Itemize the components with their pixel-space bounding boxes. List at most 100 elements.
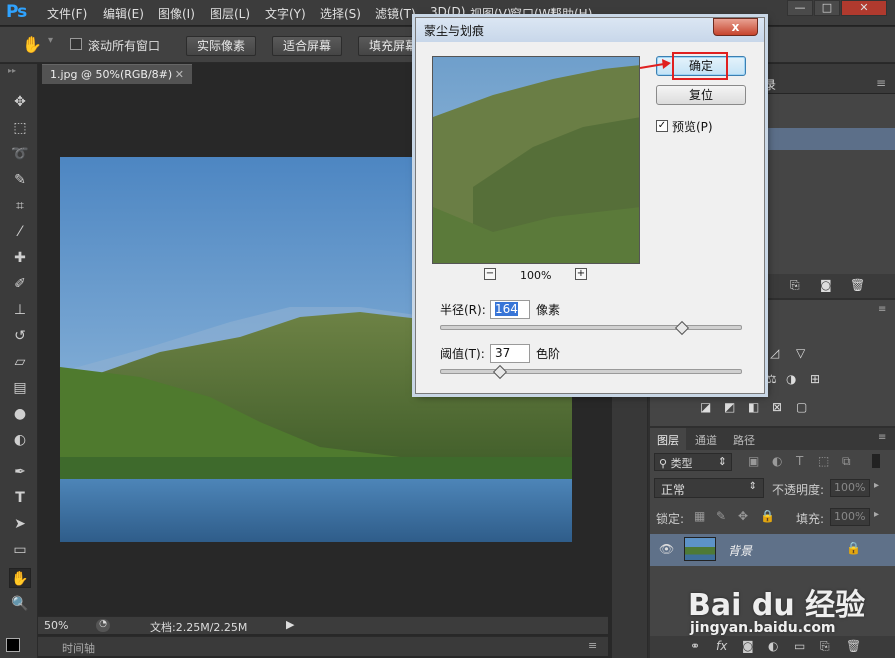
- menu-type[interactable]: 文字(Y): [265, 5, 306, 22]
- threshold-input[interactable]: 37: [490, 344, 530, 363]
- link-layers-icon[interactable]: ⚭: [690, 639, 700, 653]
- adjustments-menu-icon[interactable]: ≡: [878, 304, 886, 315]
- tab-channels[interactable]: 通道: [695, 432, 717, 448]
- new-group-icon[interactable]: ▭: [794, 639, 805, 653]
- healing-tool-icon[interactable]: ✚: [9, 248, 31, 268]
- document-tab[interactable]: 1.jpg @ 50%(RGB/8#) ✕: [42, 64, 192, 84]
- delete-layer-icon[interactable]: 🗑: [846, 639, 861, 653]
- history-brush-tool-icon[interactable]: ↺: [9, 326, 31, 346]
- balance-adjust-icon[interactable]: ⚖: [766, 372, 777, 386]
- eyedropper-tool-icon[interactable]: ⁄: [9, 222, 31, 242]
- hand-tool-button-icon[interactable]: ✋: [9, 568, 31, 588]
- blur-tool-icon[interactable]: ●: [9, 404, 31, 424]
- opacity-field[interactable]: 100%: [830, 479, 870, 497]
- menu-image[interactable]: 图像(I): [158, 5, 195, 22]
- zoom-out-button[interactable]: −: [484, 268, 496, 280]
- posterize-adjust-icon[interactable]: ◩: [724, 400, 735, 414]
- status-menu-arrow-icon[interactable]: ▶: [286, 618, 294, 631]
- menu-file[interactable]: 文件(F): [47, 5, 87, 22]
- trash-icon[interactable]: 🗑: [850, 278, 865, 292]
- zoom-in-button[interactable]: +: [575, 268, 587, 280]
- filter-preview[interactable]: [432, 56, 640, 264]
- threshold-slider-track[interactable]: [440, 369, 742, 374]
- opacity-arrow-icon[interactable]: ▸: [874, 480, 879, 491]
- invert-adjust-icon[interactable]: ◪: [700, 400, 711, 414]
- gradient-tool-icon[interactable]: ▤: [9, 378, 31, 398]
- fill-screen-button[interactable]: 填充屏幕: [358, 36, 416, 56]
- threshold-slider-thumb[interactable]: [493, 364, 508, 380]
- minimize-icon[interactable]: —: [787, 0, 813, 16]
- tool-preset-arrow-icon[interactable]: ▾: [48, 35, 53, 46]
- quick-select-tool-icon[interactable]: ✎: [9, 170, 31, 190]
- status-info-icon[interactable]: ◔: [96, 619, 110, 632]
- filter-type-icon[interactable]: T: [796, 454, 803, 468]
- filter-smart-icon[interactable]: ⧉: [842, 454, 851, 469]
- gradient-adjust-icon[interactable]: ▽: [796, 346, 805, 360]
- new-adjustment-icon[interactable]: ◐: [768, 639, 778, 653]
- lasso-tool-icon[interactable]: ➰: [9, 144, 31, 164]
- dialog-close-button[interactable]: x: [713, 18, 758, 36]
- radius-slider-track[interactable]: [440, 325, 742, 330]
- window-close-icon[interactable]: ✕: [841, 0, 887, 16]
- tab-close-icon[interactable]: ✕: [175, 68, 184, 81]
- type-tool-icon[interactable]: T: [9, 488, 31, 508]
- dodge-tool-icon[interactable]: ◐: [9, 430, 31, 450]
- lock-pixels-icon[interactable]: ✎: [716, 509, 726, 523]
- blend-mode-select[interactable]: 正常 ⇕: [654, 478, 764, 498]
- scroll-all-checkbox[interactable]: [70, 38, 82, 50]
- layer-row-background[interactable]: 👁 背景 🔒: [650, 534, 895, 566]
- new-document-icon[interactable]: ⎘: [790, 278, 800, 293]
- crop-tool-icon[interactable]: ⌗: [9, 196, 31, 216]
- radius-slider-thumb[interactable]: [674, 320, 689, 336]
- layers-menu-icon[interactable]: ≡: [878, 432, 886, 443]
- reset-button[interactable]: 复位: [656, 85, 746, 105]
- toolbox-collapse-icon[interactable]: ▸▸: [8, 66, 16, 75]
- map-adjust-icon[interactable]: ⊠: [772, 400, 782, 414]
- tab-paths[interactable]: 路径: [733, 432, 755, 448]
- mixer-adjust-icon[interactable]: ⊞: [810, 372, 820, 386]
- radius-input[interactable]: 164: [490, 300, 530, 319]
- filter-adjust-icon[interactable]: ◐: [772, 454, 782, 468]
- history-tab[interactable]: 录: [764, 76, 776, 93]
- filter-shape-icon[interactable]: ⬚: [818, 454, 829, 468]
- layer-visibility-eye-icon[interactable]: 👁: [659, 542, 674, 556]
- eraser-tool-icon[interactable]: ▱: [9, 352, 31, 372]
- actual-pixels-button[interactable]: 实际像素: [186, 36, 257, 56]
- menu-edit[interactable]: 编辑(E): [103, 5, 144, 22]
- layer-filter-select[interactable]: ⚲ 类型 ⇕: [654, 453, 732, 471]
- new-layer-icon[interactable]: ⎘: [820, 639, 830, 654]
- levels-adjust-icon[interactable]: ◿: [770, 346, 779, 360]
- timeline-label[interactable]: 时间轴: [62, 640, 95, 656]
- history-state-selected[interactable]: [760, 128, 895, 150]
- mask-icon[interactable]: ◙: [742, 639, 754, 653]
- menu-layer[interactable]: 图层(L): [210, 5, 250, 22]
- pen-tool-icon[interactable]: ✒: [9, 462, 31, 482]
- maximize-icon[interactable]: □: [814, 0, 840, 16]
- brush-tool-icon[interactable]: ✐: [9, 274, 31, 294]
- menu-filter[interactable]: 滤镜(T): [375, 5, 416, 22]
- path-select-tool-icon[interactable]: ➤: [9, 514, 31, 534]
- lock-position-icon[interactable]: ✥: [738, 509, 748, 523]
- menu-select[interactable]: 选择(S): [320, 5, 361, 22]
- fx-icon[interactable]: fx: [716, 639, 727, 653]
- fit-screen-button[interactable]: 适合屏幕: [272, 36, 343, 56]
- selective-adjust-icon[interactable]: ▢: [796, 400, 807, 414]
- stamp-tool-icon[interactable]: ⊥: [9, 300, 31, 320]
- history-menu-icon[interactable]: ≡: [876, 76, 886, 90]
- camera-icon[interactable]: ◙: [820, 278, 832, 292]
- zoom-level[interactable]: 50%: [44, 619, 68, 632]
- shape-tool-icon[interactable]: ▭: [9, 540, 31, 560]
- bw-adjust-icon[interactable]: ◑: [786, 372, 796, 386]
- threshold-adjust-icon[interactable]: ◧: [748, 400, 759, 414]
- move-tool-icon[interactable]: ✥: [9, 92, 31, 112]
- lock-all-icon[interactable]: 🔒: [760, 509, 775, 523]
- foreground-color-swatch[interactable]: [6, 638, 20, 652]
- layer-name[interactable]: 背景: [728, 542, 752, 559]
- fill-field[interactable]: 100%: [830, 508, 870, 526]
- preview-checkbox[interactable]: ✓: [656, 120, 668, 132]
- marquee-tool-icon[interactable]: ⬚: [9, 118, 31, 138]
- tab-layers[interactable]: 图层: [650, 428, 686, 450]
- filter-toggle[interactable]: [872, 454, 880, 468]
- filter-pixel-icon[interactable]: ▣: [748, 454, 759, 468]
- timeline-menu-icon[interactable]: ≡: [588, 639, 597, 652]
